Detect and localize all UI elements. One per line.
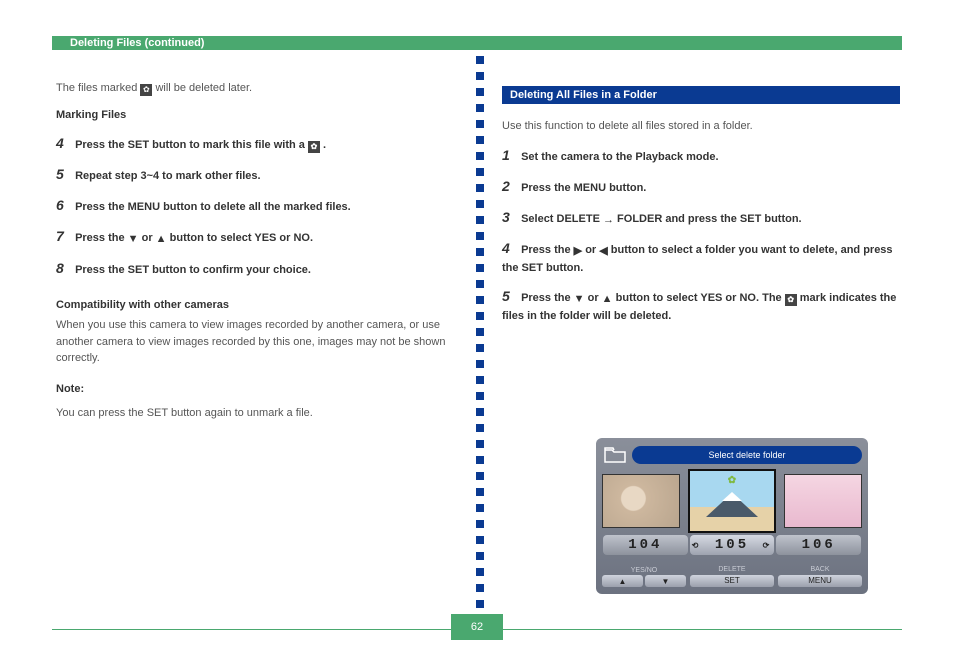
hint-menu-button: MENU (778, 575, 862, 587)
compat-body: When you use this camera to view images … (56, 317, 446, 367)
up-arrow-icon: ▲ (156, 231, 167, 248)
trash-mark-icon: ✿ (785, 294, 797, 306)
hint-down-button: ▼ (645, 575, 686, 587)
r-step-3-b: FOLDER and press the SET button. (617, 213, 802, 225)
prev-indicator-icon: ⟲ (692, 537, 702, 557)
next-indicator-icon: ⟳ (763, 537, 773, 557)
r-step-1: 1 Set the camera to the Playback mode. (502, 145, 900, 166)
compat-heading: Compatibility with other cameras (56, 297, 446, 314)
r-step-4-a: Press the (521, 244, 574, 256)
right-subheader-bar: Deleting All Files in a Folder (502, 86, 900, 104)
header-accent (52, 36, 62, 50)
right-subheader-title: Deleting All Files in a Folder (502, 86, 900, 104)
r-step-3: 3 Select DELETE → FOLDER and press the S… (502, 207, 900, 229)
page-header-bar: Deleting Files (continued) (52, 36, 902, 50)
heading-marking-files: Marking Files (56, 107, 446, 124)
step-8: 8 Press the SET button to confirm your c… (56, 258, 446, 279)
note-body: You can press the SET button again to un… (56, 405, 446, 422)
left-triangle-icon: ◀ (599, 243, 607, 260)
r-step-2-num: 2 (502, 176, 518, 197)
hint-back: BACK MENU (778, 565, 862, 587)
trash-mark-icon: ✿ (728, 473, 736, 488)
step-7-b: or (142, 232, 156, 244)
r-step-4-b: or (585, 244, 599, 256)
lcd-screenshot: Select delete folder ✿ 104 ⟲ 105 ⟳ 106 Y… (596, 438, 868, 594)
folder-num-106: 106 (776, 535, 861, 555)
lcd-title: Select delete folder (632, 446, 862, 464)
step-4: 4 Press the SET button to mark this file… (56, 133, 446, 154)
step-8-text: Press the SET button to confirm your cho… (75, 264, 311, 276)
lcd-folder-number-row: 104 ⟲ 105 ⟳ 106 (602, 535, 862, 555)
folder-num-105: ⟲ 105 ⟳ (690, 535, 775, 555)
r-step-4: 4 Press the ▶ or ◀ button to select a fo… (502, 238, 900, 276)
step-6-num: 6 (56, 195, 72, 216)
thumbnail-104 (602, 474, 680, 528)
step-7-a: Press the (75, 232, 128, 244)
right-intro: Use this function to delete all files st… (502, 118, 900, 135)
step-4-a: Press the SET button to mark this file w… (75, 139, 308, 151)
thumbnail-105-selected: ✿ (688, 469, 776, 533)
intro-line: The files marked ✿ will be deleted later… (56, 80, 446, 97)
step-4-b: . (323, 139, 326, 151)
thumbnail-106 (784, 474, 862, 528)
r-step-3-a: Select DELETE (521, 213, 603, 225)
left-column: The files marked ✿ will be deleted later… (56, 72, 446, 430)
step-7-c: button to select YES or NO. (170, 232, 313, 244)
folder-num-105-value: 105 (715, 537, 749, 553)
hint-delete-label: DELETE (690, 565, 774, 574)
intro-a: The files marked (56, 82, 140, 94)
r-step-2: 2 Press the MENU button. (502, 176, 900, 197)
r-step-5: 5 Press the ▼ or ▲ button to select YES … (502, 286, 900, 324)
step-6-text: Press the MENU button to delete all the … (75, 201, 351, 213)
r-step-1-num: 1 (502, 145, 518, 166)
note-heading: Note: (56, 381, 446, 398)
step-6: 6 Press the MENU button to delete all th… (56, 195, 446, 216)
step-4-num: 4 (56, 133, 72, 154)
trash-mark-icon: ✿ (308, 141, 320, 153)
step-5-text: Repeat step 3~4 to mark other files. (75, 170, 261, 182)
manual-page: Deleting Files (continued) The files mar… (0, 0, 954, 646)
right-column: Use this function to delete all files st… (502, 110, 900, 328)
lcd-hint-row: YES/NO ▲ ▼ DELETE SET BACK MENU (602, 561, 862, 587)
page-title: Deleting Files (continued) (70, 35, 204, 52)
hint-yesno-label: YES/NO (602, 566, 686, 575)
folder-num-104: 104 (603, 535, 688, 555)
lcd-thumbnail-row: ✿ (602, 470, 862, 532)
r-step-2-text: Press the MENU button. (521, 182, 646, 194)
intro-b: will be deleted later. (155, 82, 252, 94)
step-7: 7 Press the ▼ or ▲ button to select YES … (56, 226, 446, 248)
step-7-num: 7 (56, 226, 72, 247)
right-triangle-icon: ▶ (574, 243, 582, 260)
hint-yesno: YES/NO ▲ ▼ (602, 566, 686, 587)
hint-up-button: ▲ (602, 575, 643, 587)
hint-back-label: BACK (778, 565, 862, 574)
lcd-header: Select delete folder (602, 444, 862, 466)
r-step-4-num: 4 (502, 238, 518, 259)
page-number: 62 (451, 614, 503, 640)
r-step-5-num: 5 (502, 286, 518, 307)
hint-delete: DELETE SET (690, 565, 774, 587)
snowcap-shape (722, 492, 742, 501)
r-step-3-num: 3 (502, 207, 518, 228)
trash-mark-icon: ✿ (140, 84, 152, 96)
right-arrow-icon: → (603, 212, 614, 229)
down-arrow-icon: ▼ (128, 231, 139, 248)
r-step-1-text: Set the camera to the Playback mode. (521, 151, 718, 163)
r-step-5-c: button to select YES or NO. The (616, 292, 785, 304)
step-8-num: 8 (56, 258, 72, 279)
down-arrow-icon: ▼ (574, 291, 585, 308)
up-arrow-icon: ▲ (602, 291, 613, 308)
folder-icon (604, 447, 626, 463)
column-separator (476, 56, 484, 616)
step-5: 5 Repeat step 3~4 to mark other files. (56, 164, 446, 185)
r-step-5-a: Press the (521, 292, 574, 304)
hint-set-button: SET (690, 575, 774, 587)
step-5-num: 5 (56, 164, 72, 185)
r-step-5-b: or (588, 292, 602, 304)
